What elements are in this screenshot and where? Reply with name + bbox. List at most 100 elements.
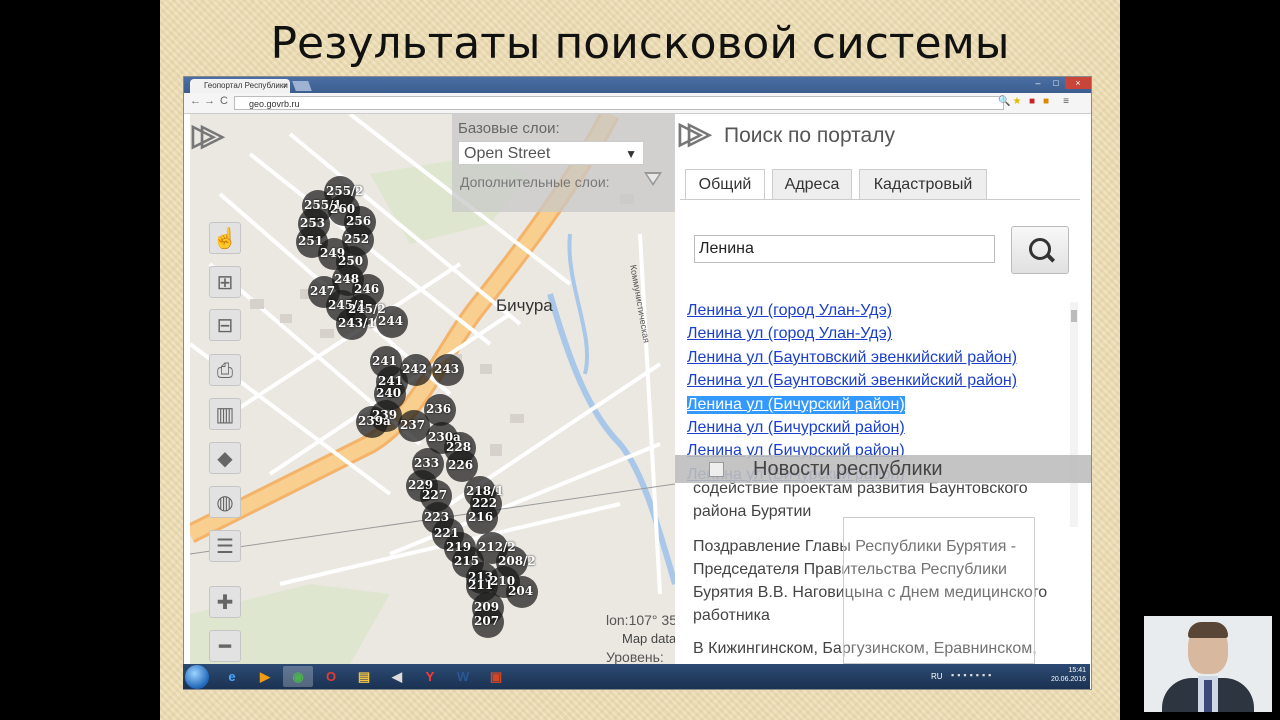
globe-icon[interactable]: ◍ (209, 486, 241, 518)
cluster-label: 241 (372, 354, 398, 368)
clock-time: 15:41 (1068, 667, 1086, 674)
tab-general[interactable]: Общий (685, 169, 765, 200)
bookmark-star-icon[interactable]: ★ (1011, 96, 1023, 108)
browser-tab[interactable]: Геопортал Республики Б × (190, 79, 290, 93)
browser-tabbar: Геопортал Республики Б × – □ × (184, 77, 1091, 93)
forward-icon[interactable]: → (204, 95, 215, 107)
yandex-icon[interactable]: Y (415, 666, 445, 687)
layers-panel: Базовые слои: Open Street ▼ Дополнительн… (452, 114, 675, 212)
minimize-icon[interactable]: – (1029, 77, 1047, 89)
media-player-icon[interactable]: ▶ (250, 666, 280, 687)
expand-map-icon[interactable]: ▷▷ (192, 118, 224, 153)
zoom-out-icon[interactable]: ━ (209, 630, 241, 662)
zoom-level-label: Уровень: (606, 649, 664, 664)
base-layers-label: Базовые слои: (458, 120, 560, 137)
news-checkbox[interactable] (709, 462, 724, 477)
zoom-icon[interactable]: 🔍 (998, 96, 1010, 108)
presenter-hair (1188, 622, 1228, 638)
search-input[interactable]: Ленина (694, 235, 995, 263)
cluster-label: 255/2 (326, 184, 364, 198)
zoom-in-icon[interactable]: ✚ (209, 586, 241, 618)
language-indicator[interactable]: RU (931, 672, 943, 681)
hand-icon[interactable]: ☝ (209, 222, 241, 254)
additional-layers-label: Дополнительные слои: (460, 174, 610, 190)
cluster-label: 253 (300, 216, 326, 230)
maximize-icon[interactable]: □ (1047, 77, 1065, 89)
clock-date: 20.06.2016 (1050, 676, 1086, 683)
ie-icon[interactable]: e (217, 666, 247, 687)
cluster-label: 221 (434, 526, 460, 540)
chrome-icon[interactable]: ◉ (283, 666, 313, 687)
tab-addresses[interactable]: Адреса (772, 169, 852, 199)
url-field[interactable]: geo.govrb.ru (234, 96, 1004, 110)
eraser-icon[interactable]: ◆ (209, 442, 241, 474)
cluster-label: 228 (446, 440, 472, 454)
opera-icon[interactable]: O (316, 666, 346, 687)
cluster-label: 227 (422, 488, 448, 502)
cluster-label: 204 (508, 584, 534, 598)
scrollbar-thumb[interactable] (1071, 310, 1077, 322)
map-attribution: Map data © OpenStreetMap contr (622, 631, 675, 646)
cluster-label: 256 (346, 214, 372, 228)
cluster-label: 240 (376, 386, 402, 400)
close-window-icon[interactable]: × (1065, 77, 1091, 89)
extension-icon-2[interactable]: ■ (1040, 96, 1052, 108)
cluster-label: 239а (358, 414, 391, 428)
chevron-down-icon: ▼ (625, 147, 637, 161)
zoom-box-out-icon[interactable]: ⊟ (209, 309, 241, 341)
cluster-label: 223 (424, 510, 450, 524)
volume-icon[interactable]: ◀ (382, 666, 412, 687)
map-view[interactable]: ▷▷ Базовые слои: Open Street ▼ Дополните… (190, 114, 675, 664)
town-label: Бичура (496, 296, 553, 315)
search-panel-title: Поиск по порталу (724, 124, 895, 147)
search-button[interactable] (1011, 226, 1069, 274)
presenter-tie (1204, 680, 1212, 712)
cluster-label: 222 (472, 496, 498, 510)
cluster-label: 237 (400, 418, 426, 432)
search-result-link[interactable]: Ленина ул (Баунтовский эвенкийский район… (687, 349, 1017, 367)
search-result-link[interactable]: Ленина ул (город Улан-Удэ) (687, 302, 892, 320)
cluster-label: 208/2 (498, 554, 536, 568)
back-icon[interactable]: ← (190, 95, 201, 107)
cluster-label: 226 (448, 458, 474, 472)
collapse-panel-icon[interactable]: ▷▷ (679, 116, 711, 151)
cluster-label: 246 (354, 282, 380, 296)
windows-taskbar: e ▶ ◉ O ▤ ◀ Y W ▣ RU ▪▪▪▪▪▪▪ 15:41 20.06.2016 (183, 664, 1090, 689)
list-icon[interactable]: ☰ (209, 530, 241, 562)
word-icon[interactable]: W (448, 666, 478, 687)
cluster-label: 216 (468, 510, 494, 524)
menu-icon[interactable]: ≡ (1060, 96, 1072, 108)
close-tab-icon[interactable]: × (282, 79, 287, 93)
presentation-icon[interactable]: ▣ (481, 666, 511, 687)
tray-icons[interactable]: ▪▪▪▪▪▪▪ (951, 670, 994, 680)
search-result-link[interactable]: Ленина ул (Баунтовский эвенкийский район… (687, 372, 1017, 390)
extension-icon[interactable]: ■ (1026, 96, 1038, 108)
window-controls: – □ × (1029, 77, 1091, 89)
cluster-label: 244 (378, 314, 404, 328)
explorer-icon[interactable]: ▤ (349, 666, 379, 687)
tab-title: Геопортал Республики Б (204, 81, 290, 90)
browser-window: Геопортал Республики Б × – □ × ← → C geo… (183, 76, 1092, 690)
search-result-link[interactable]: Ленина ул (Бичурский район) (687, 419, 905, 437)
new-tab-button[interactable] (292, 81, 312, 91)
start-button[interactable] (185, 665, 209, 689)
news-title: Новости республики (753, 458, 943, 480)
news-image-frame (843, 517, 1035, 664)
additional-layers-toggle-icon[interactable] (644, 172, 662, 186)
cluster-label: 212/2 (478, 540, 516, 554)
clock[interactable]: 15:41 20.06.2016 (1051, 666, 1086, 684)
zoom-box-in-icon[interactable]: ⊞ (209, 266, 241, 298)
base-layer-value: Open Street (464, 145, 551, 162)
search-result-link[interactable]: Ленина ул (город Улан-Удэ) (687, 325, 892, 343)
reload-icon[interactable]: C (220, 95, 228, 107)
news-header: Новости республики (675, 455, 1091, 483)
print-icon[interactable]: ⎙ (209, 354, 241, 386)
webcam-overlay (1144, 616, 1272, 712)
cluster-label: 243/1 (338, 316, 376, 330)
measure-icon[interactable]: ▥ (209, 398, 241, 430)
coordinates-readout: lon:107° 35' 59" lat:50° 35' (606, 612, 675, 628)
base-layers-select[interactable]: Open Street ▼ (458, 141, 644, 165)
tab-cadastral[interactable]: Кадастровый (859, 169, 987, 199)
search-result-link[interactable]: Ленина ул (Бичурский район) (687, 395, 905, 414)
tab-divider (680, 199, 1080, 200)
